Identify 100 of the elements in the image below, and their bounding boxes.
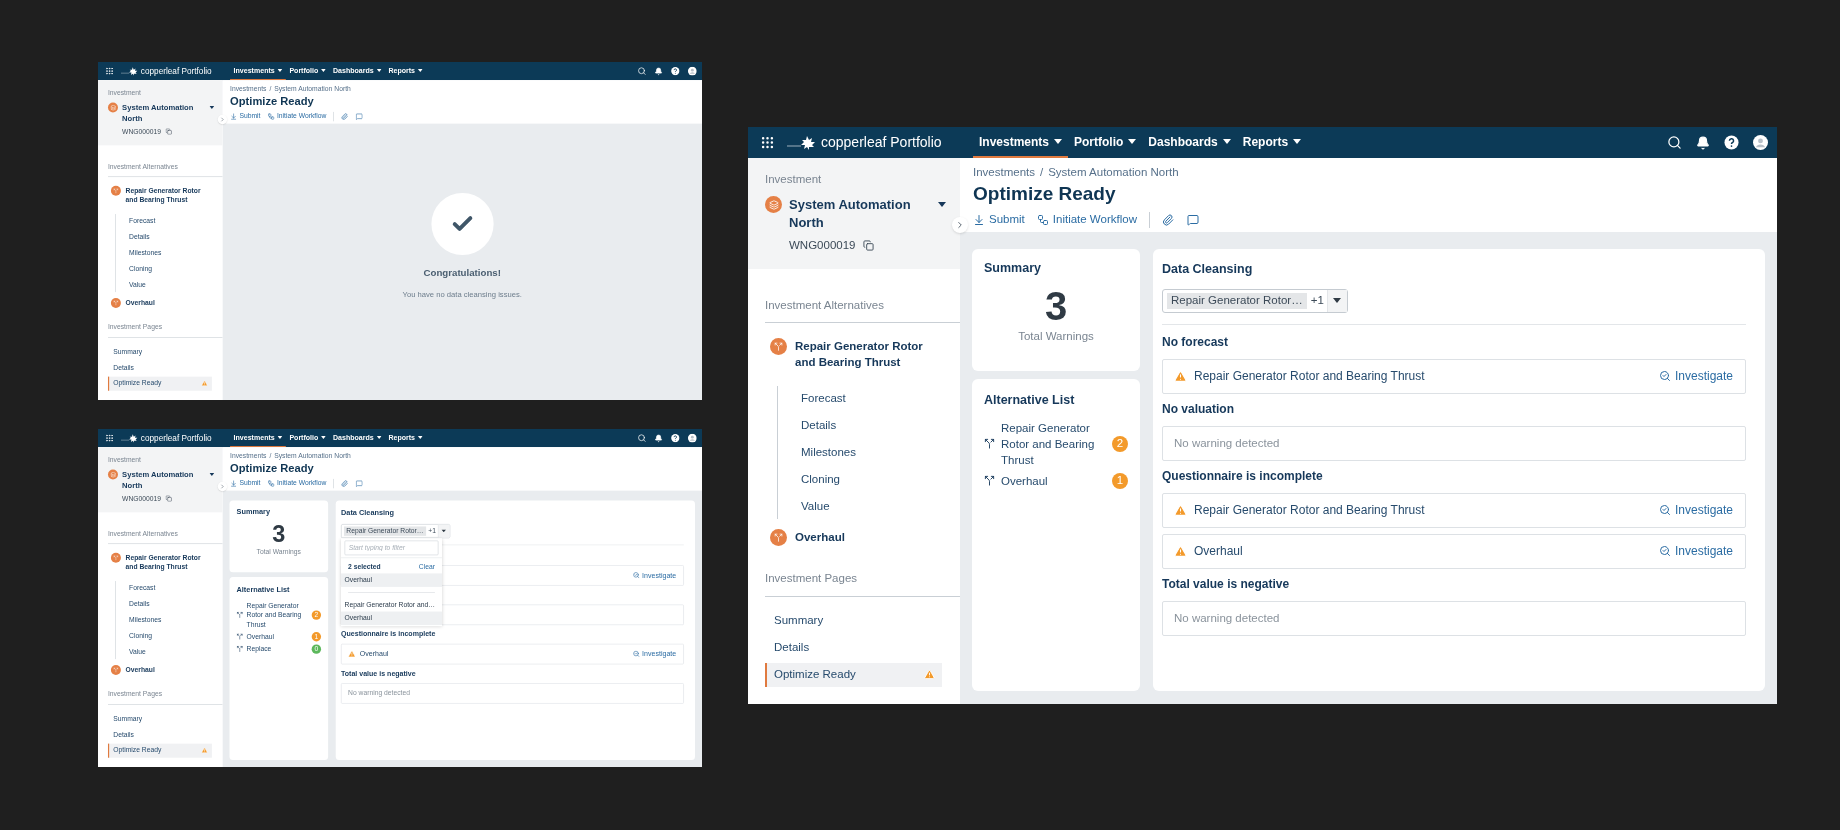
alternative-page-item[interactable]: Details xyxy=(801,417,837,435)
alternative-icon xyxy=(110,553,121,563)
help-icon[interactable] xyxy=(1724,135,1739,150)
alternative-name: Repair Generator Rotor and Bearing Thrust xyxy=(1194,368,1425,386)
page-item[interactable]: Details xyxy=(765,635,942,660)
caret-icon xyxy=(1222,139,1231,144)
alternative-link[interactable]: Repair Generator Rotor and Bearing Thrust xyxy=(1001,419,1106,468)
investment-icon xyxy=(108,469,118,480)
breadcrumb-link[interactable]: System Automation North xyxy=(1048,164,1179,182)
caret-icon xyxy=(1293,139,1302,144)
search-icon xyxy=(1658,370,1671,383)
toolbar-button[interactable]: Initiate Workflow xyxy=(1036,211,1137,229)
alternative-item[interactable]: Repair Generator Rotor and Bearing Thrust xyxy=(795,338,945,371)
section-heading: Questionnaire is incomplete xyxy=(1162,467,1324,485)
paperclip-icon[interactable] xyxy=(1161,213,1174,226)
apps-grid-icon[interactable] xyxy=(760,135,775,150)
investigate-button[interactable]: Investigate xyxy=(1658,501,1733,520)
alternative-link[interactable]: Overhaul xyxy=(1001,472,1106,489)
alternative-icon xyxy=(110,665,121,676)
investment-code: WNG000019 xyxy=(789,238,856,254)
alternative-icon xyxy=(770,529,787,547)
investment-icon xyxy=(765,196,782,214)
page-item[interactable]: Summary xyxy=(765,608,942,633)
investment-name: System Automation North xyxy=(789,196,912,233)
investigate-button[interactable]: Investigate xyxy=(1658,542,1733,561)
card-title: Data Cleansing xyxy=(1162,261,1254,278)
caret-icon xyxy=(321,69,326,72)
caret-icon xyxy=(321,436,326,439)
investigate-button[interactable]: Investigate xyxy=(1658,367,1733,386)
count-caption: Total Warnings xyxy=(1018,328,1094,344)
collapse-toggle[interactable] xyxy=(217,481,228,492)
bell-icon[interactable] xyxy=(1696,135,1710,150)
avatar-icon[interactable] xyxy=(1753,135,1768,150)
copy-icon[interactable] xyxy=(863,240,875,252)
nav-menu[interactable]: Dashboards xyxy=(1142,127,1237,158)
warning-count: 3 xyxy=(272,521,286,547)
card-title: Summary xyxy=(984,260,1042,277)
caret-icon xyxy=(1128,139,1137,144)
help-icon[interactable] xyxy=(670,66,680,76)
alternative-page-item[interactable]: Milestones xyxy=(801,444,856,462)
alternative-icon xyxy=(110,298,121,309)
alternative-page-item[interactable]: Forecast xyxy=(801,390,846,408)
alternative-icon xyxy=(110,186,121,196)
card-title: Alternative List xyxy=(984,392,1076,409)
alternative-page-item[interactable]: Value xyxy=(801,498,830,516)
caret-icon xyxy=(376,436,382,439)
warning-count: 3 xyxy=(1044,283,1068,328)
selected-chip: Repair Generator Rotor… xyxy=(1167,292,1307,309)
alternative-icon xyxy=(984,475,995,487)
alternative-name: Repair Generator Rotor and Bearing Thrust xyxy=(1194,502,1425,520)
nav-menu[interactable]: Portfolio xyxy=(1068,127,1143,158)
page-title: Optimize Ready xyxy=(973,182,1117,207)
avatar-icon[interactable] xyxy=(687,433,697,443)
more-count: +1 xyxy=(1310,293,1324,309)
brand-name: copperleaf Portfolio xyxy=(140,432,212,445)
alternative-icon xyxy=(770,338,787,356)
count-badge: 2 xyxy=(1112,435,1128,452)
warning-icon xyxy=(924,669,935,680)
caret-icon xyxy=(277,69,283,72)
caret-icon xyxy=(1054,139,1063,144)
comment-icon[interactable] xyxy=(1186,213,1199,226)
dropdown-caret-icon xyxy=(209,106,215,110)
caret-icon xyxy=(417,69,423,72)
search-icon[interactable] xyxy=(1667,135,1682,150)
page-item[interactable]: Optimize Ready xyxy=(765,662,942,687)
page-title: Optimize Ready xyxy=(230,94,315,109)
alternative-page-item[interactable]: Cloning xyxy=(801,471,840,489)
brand-name: copperleaf Portfolio xyxy=(821,133,942,152)
collapse-toggle[interactable] xyxy=(217,114,228,125)
investment-icon xyxy=(108,102,118,113)
nav-menu[interactable]: Reports xyxy=(1236,127,1308,158)
caret-icon xyxy=(376,69,382,72)
page-title: Optimize Ready xyxy=(230,461,315,476)
download-icon xyxy=(973,213,985,226)
workflow-icon xyxy=(1036,213,1049,226)
count-badge: 1 xyxy=(1112,472,1128,489)
success-title: Congratulations! xyxy=(423,266,501,280)
breadcrumb-separator: / xyxy=(1040,165,1044,180)
toolbar-button[interactable]: Submit xyxy=(973,211,1025,229)
caret-icon xyxy=(417,436,423,439)
section-label: Investment xyxy=(765,172,823,187)
avatar-icon[interactable] xyxy=(687,66,697,76)
help-icon[interactable] xyxy=(670,433,680,443)
search-icon xyxy=(1658,545,1671,558)
alternative-name: Overhaul xyxy=(1194,543,1243,561)
dropdown-caret-icon xyxy=(938,202,946,208)
warning-icon xyxy=(1174,369,1187,383)
alternative-item[interactable]: Overhaul xyxy=(795,529,945,546)
section-heading: No valuation xyxy=(1162,400,1235,418)
caret-icon xyxy=(277,436,283,439)
breadcrumb-link[interactable]: Investments xyxy=(973,164,1035,182)
brand-name: copperleaf Portfolio xyxy=(140,65,212,78)
warning-icon xyxy=(1174,503,1187,517)
chevron-right-icon xyxy=(955,220,965,230)
alternative-icon xyxy=(984,438,995,450)
search-icon xyxy=(1658,504,1671,517)
empty-message: No warning detected xyxy=(1174,610,1280,626)
filter-select[interactable]: Repair Generator Rotor… +1 xyxy=(1162,288,1348,313)
section-heading: No forecast xyxy=(1162,333,1230,351)
dropdown-caret-icon xyxy=(1333,298,1342,304)
